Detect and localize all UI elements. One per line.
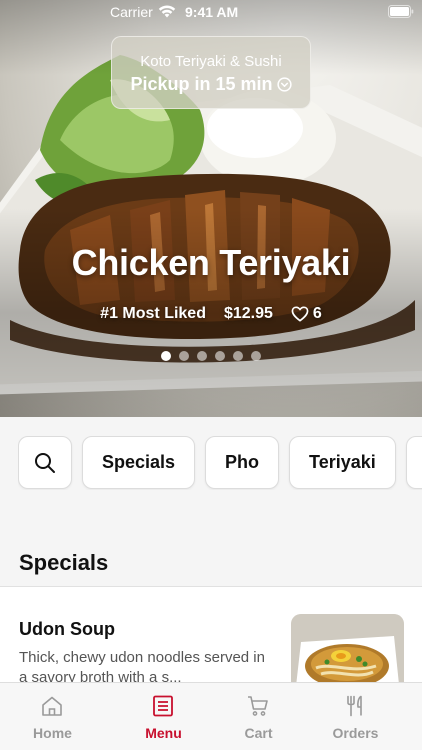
featured-dish-title: Chicken Teriyaki xyxy=(71,242,351,283)
category-chip-teriyaki[interactable]: Teriyaki xyxy=(289,436,396,489)
category-chip-pho[interactable]: Pho xyxy=(205,436,280,489)
category-chips: SpecialsPhoTeriyakiC xyxy=(18,436,422,490)
tab-cart[interactable]: Cart xyxy=(206,683,311,750)
like-count: 6 xyxy=(312,305,322,322)
clock-time: 9:41 AM xyxy=(185,4,239,20)
featured-dish-meta: #1 Most Liked $12.95 6 xyxy=(0,305,422,323)
section-title: Specials xyxy=(19,550,109,575)
tab-orders[interactable]: Orders xyxy=(303,683,408,750)
carousel-dot[interactable] xyxy=(197,351,207,361)
carousel-dot[interactable] xyxy=(233,351,243,361)
menu-item-card[interactable]: Udon Soup Thick, chewy udon noodles serv… xyxy=(0,587,422,687)
chevron-down-circle-icon xyxy=(276,77,292,92)
category-chip-specials[interactable]: Specials xyxy=(82,436,196,489)
cart-icon xyxy=(248,696,268,716)
menu-icon xyxy=(153,695,173,717)
popularity-badge: #1 Most Liked xyxy=(100,305,206,322)
home-icon xyxy=(42,696,62,716)
orders-icon xyxy=(347,695,362,717)
category-chip-c[interactable]: C xyxy=(405,436,422,489)
pickup-time-label: Pickup in 15 min xyxy=(130,74,273,94)
featured-dish-hero[interactable]: Carrier 9:41 AM Koto Teriyaki & Sushi Pi… xyxy=(0,0,422,417)
tab-label: Home xyxy=(33,725,72,741)
tab-menu[interactable]: Menu xyxy=(111,683,216,750)
like-button[interactable]: 6 xyxy=(291,305,322,323)
carousel-dot[interactable] xyxy=(161,351,171,361)
search-button[interactable] xyxy=(18,436,72,489)
status-bar: Carrier 9:41 AM xyxy=(0,0,422,24)
tab-label: Menu xyxy=(145,725,182,741)
tab-label: Orders xyxy=(332,725,379,741)
carousel-dot[interactable] xyxy=(215,351,225,361)
carousel-indicator[interactable] xyxy=(0,351,422,361)
dish-price: $12.95 xyxy=(223,305,273,322)
pickup-time-row: Pickup in 15 min xyxy=(112,74,310,95)
search-icon xyxy=(35,452,55,473)
udon-soup-photo xyxy=(291,614,404,687)
tab-bar: Home Menu Cart Orders xyxy=(0,682,422,750)
carousel-dot[interactable] xyxy=(251,351,261,361)
heart-icon xyxy=(291,306,309,322)
app-screen: Carrier 9:41 AM Koto Teriyaki & Sushi Pi… xyxy=(0,0,422,750)
battery-icon xyxy=(388,5,414,18)
carousel-dot[interactable] xyxy=(179,351,189,361)
tab-label: Cart xyxy=(244,725,273,741)
store-name: Koto Teriyaki & Sushi xyxy=(140,53,282,70)
carrier-label: Carrier xyxy=(110,4,153,20)
item-name: Udon Soup xyxy=(19,619,115,639)
wifi-icon xyxy=(158,5,176,18)
store-pickup-selector[interactable]: Koto Teriyaki & Sushi Pickup in 15 min xyxy=(111,36,311,109)
tab-home[interactable]: Home xyxy=(0,683,105,750)
